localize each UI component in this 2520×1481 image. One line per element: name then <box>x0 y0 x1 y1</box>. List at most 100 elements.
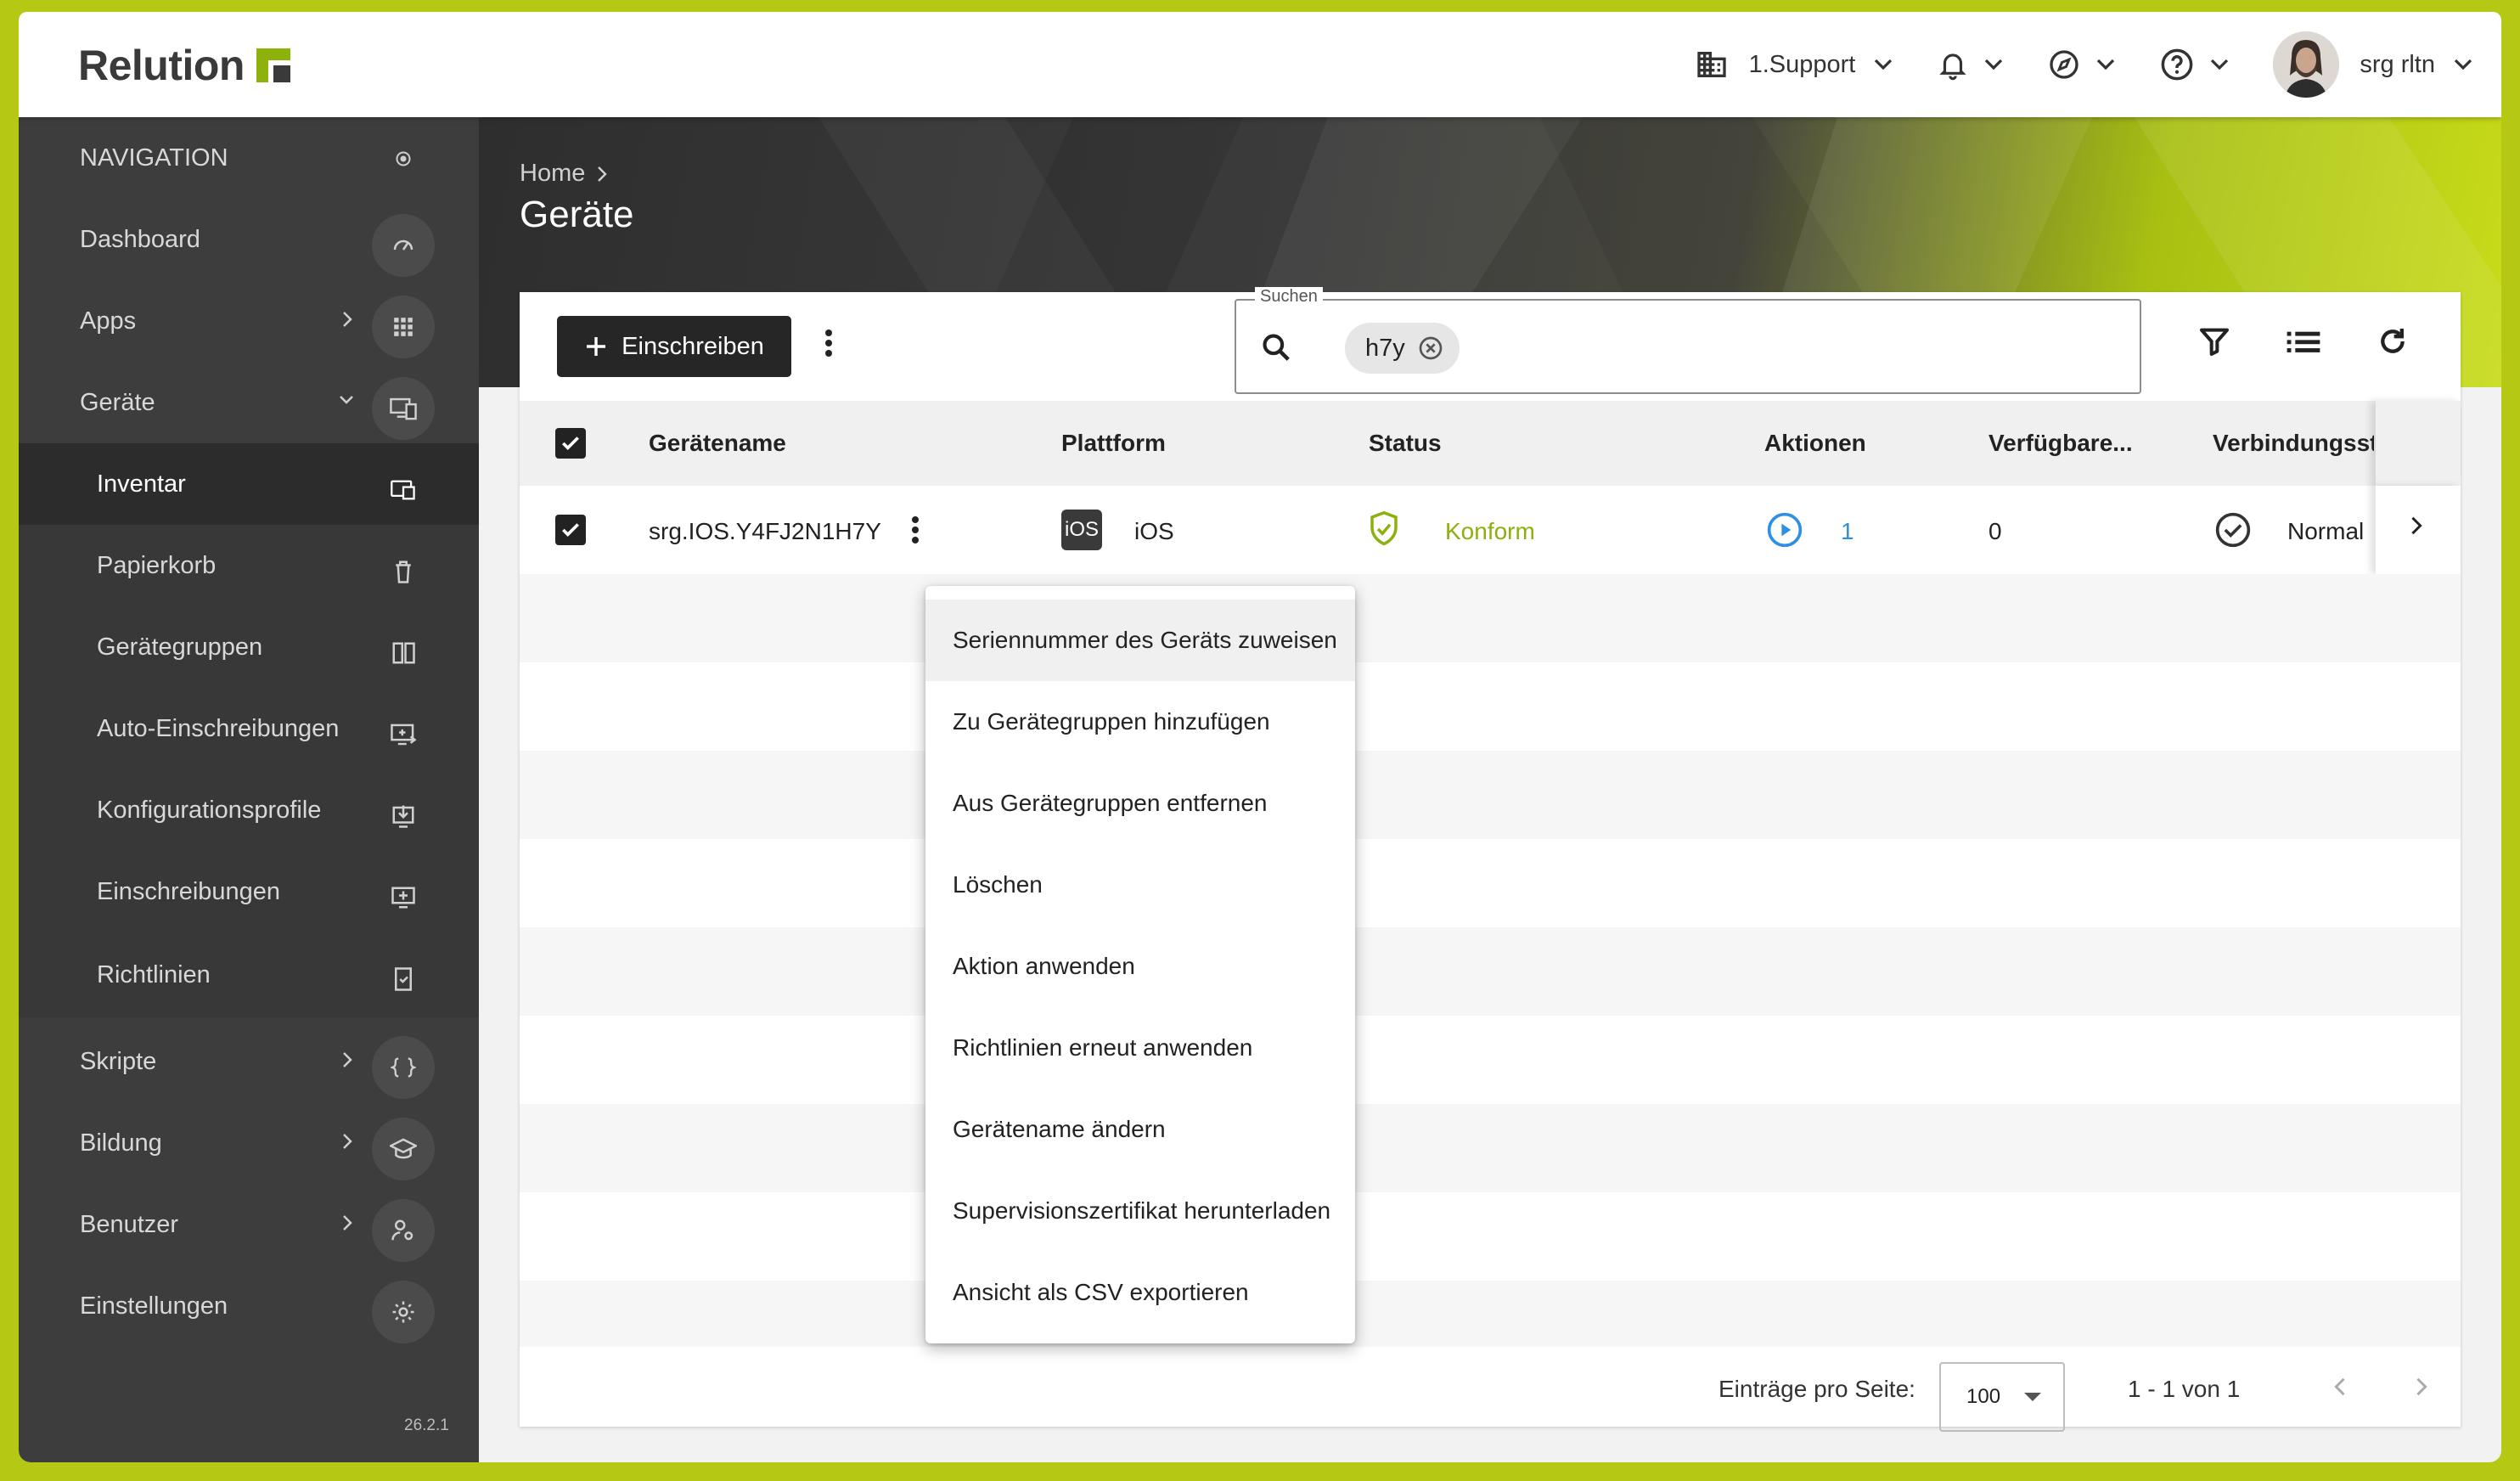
search-filter-chip[interactable]: h7y <box>1345 323 1460 374</box>
explore-menu[interactable] <box>2047 48 2115 82</box>
menu-item-reapply-policies[interactable]: Richtlinien erneut anwenden <box>925 1007 1355 1089</box>
check-circle-icon <box>2215 512 2251 548</box>
toolbar-more-button[interactable] <box>824 326 834 360</box>
sidebar-item-auto-einschreibungen[interactable]: Auto-Einschreibungen <box>19 688 479 769</box>
sidebar-item-benutzer[interactable]: Benutzer <box>19 1184 479 1265</box>
top-navigation: 1.Support srg rltn <box>1695 12 2501 117</box>
chevron-down-icon <box>1985 59 2003 70</box>
select-all-checkbox[interactable] <box>555 428 586 459</box>
platform-name: iOS <box>1134 518 1174 544</box>
user-menu[interactable]: srg rltn <box>2273 31 2472 98</box>
breadcrumb-home[interactable]: Home <box>520 160 585 188</box>
checkmark-icon <box>562 523 579 538</box>
chevron-right-icon <box>343 1215 352 1230</box>
sidebar-item-apps[interactable]: Apps <box>19 280 479 362</box>
sidebar-item-geraete[interactable]: Geräte <box>19 362 479 443</box>
menu-item-export-csv[interactable]: Ansicht als CSV exportieren <box>925 1252 1355 1333</box>
sidebar-item-label: Einschreibungen <box>97 877 281 905</box>
sidebar-section-title: NAVIGATION <box>80 144 228 172</box>
sidebar-item-geraetegruppen[interactable]: Gerätegruppen <box>19 606 479 688</box>
menu-item-delete[interactable]: Löschen <box>925 844 1355 926</box>
sidebar-item-einstellungen[interactable]: Einstellungen <box>19 1265 479 1347</box>
shield-check-icon <box>1370 511 1398 546</box>
chevron-down-icon <box>340 396 353 404</box>
menu-item-assign-serial[interactable]: Seriennummer des Geräts zuweisen <box>925 600 1355 681</box>
chevron-right-icon <box>343 1134 352 1149</box>
organization-switcher[interactable]: 1.Support <box>1695 48 1893 82</box>
help-menu[interactable] <box>2159 47 2229 82</box>
previous-page-icon[interactable] <box>2333 1376 2347 1398</box>
menu-item-add-to-groups[interactable]: Zu Gerätegruppen hinzufügen <box>925 681 1355 763</box>
actions-count[interactable]: 1 <box>1841 518 1854 545</box>
search-icon <box>1263 334 1290 361</box>
pin-icon[interactable] <box>396 151 411 166</box>
menu-item-remove-from-groups[interactable]: Aus Gerätegruppen entfernen <box>925 763 1355 844</box>
relution-logo[interactable]: Relution <box>78 41 290 90</box>
remove-chip-icon[interactable] <box>1417 335 1444 362</box>
compass-icon <box>2050 50 2079 79</box>
column-header-status[interactable]: Status <box>1369 430 1442 457</box>
sidebar: NAVIGATION Dashboard Apps Geräte Inventa… <box>19 117 479 1462</box>
device-name[interactable]: srg.IOS.Y4FJ2N1H7Y <box>649 518 881 545</box>
chevron-right-icon[interactable] <box>2410 515 2423 537</box>
grid-icon <box>372 296 435 358</box>
sidebar-item-dashboard[interactable]: Dashboard <box>19 199 479 280</box>
notifications-menu[interactable] <box>1937 48 2003 82</box>
menu-item-rename-device[interactable]: Gerätename ändern <box>925 1089 1355 1170</box>
auto-enroll-icon <box>372 703 435 766</box>
connection-state: Normal <box>2287 518 2365 544</box>
sidebar-item-label: Gerätegruppen <box>97 633 263 661</box>
devices-icon <box>372 377 435 440</box>
filter-icon[interactable] <box>2197 324 2231 358</box>
enroll-icon <box>372 866 435 929</box>
more-vertical-icon <box>912 516 919 543</box>
column-header-actions[interactable]: Aktionen <box>1764 430 1866 457</box>
chevron-down-icon <box>2097 59 2115 70</box>
sidebar-item-papierkorb[interactable]: Papierkorb <box>19 525 479 606</box>
chevron-right-icon <box>343 1052 352 1067</box>
row-context-menu: Seriennummer des Geräts zuweisen Zu Gerä… <box>925 586 1355 1343</box>
sidebar-item-bildung[interactable]: Bildung <box>19 1102 479 1184</box>
column-header-available[interactable]: Verfügbare... <box>1988 430 2133 457</box>
checkmark-icon <box>562 436 579 451</box>
help-icon <box>2161 48 2193 81</box>
column-header-connection[interactable]: Verbindungsst <box>2213 430 2374 457</box>
table-pagination: Einträge pro Seite: 100 1 - 1 von 1 <box>520 1347 2461 1432</box>
profile-download-icon <box>372 785 435 847</box>
app-version: 26.2.1 <box>404 1416 449 1434</box>
graduation-cap-icon <box>372 1118 435 1180</box>
sidebar-item-konfigurationsprofile[interactable]: Konfigurationsprofile <box>19 769 479 851</box>
status-badge: Konform <box>1445 518 1535 544</box>
column-header-platform[interactable]: Plattform <box>1061 430 1166 457</box>
sidebar-item-einschreibungen[interactable]: Einschreibungen <box>19 851 479 932</box>
sidebar-item-label: Skripte <box>80 1047 157 1075</box>
app-window: Relution 1.Support srg rltn NAVIGATION D… <box>19 12 2501 1462</box>
sidebar-item-richtlinien[interactable]: Richtlinien <box>19 932 479 1017</box>
sidebar-item-label: Richtlinien <box>97 960 211 988</box>
sidebar-item-inventar[interactable]: Inventar <box>19 443 479 525</box>
caret-down-icon <box>2024 1393 2041 1401</box>
sidebar-item-skripte[interactable]: Skripte <box>19 1021 479 1102</box>
row-more-button[interactable] <box>910 513 920 547</box>
chevron-down-icon <box>2211 59 2229 70</box>
play-circle-icon[interactable] <box>1766 511 1803 549</box>
column-header-devicename[interactable]: Gerätename <box>649 430 786 457</box>
refresh-icon[interactable] <box>2376 324 2410 358</box>
menu-item-apply-action[interactable]: Aktion anwenden <box>925 926 1355 1007</box>
enroll-button[interactable]: Einschreiben <box>557 316 791 377</box>
building-icon <box>1696 52 1726 77</box>
devices-card: Einschreiben Suchen h7y Gerätename Platt… <box>520 287 2461 1432</box>
sidebar-item-label: Dashboard <box>80 225 200 253</box>
menu-item-download-supervision-cert[interactable]: Supervisionszertifikat herunterladen <box>925 1170 1355 1252</box>
next-page-icon[interactable] <box>2415 1376 2428 1398</box>
per-page-value: 100 <box>1966 1385 2001 1408</box>
search-field[interactable]: Suchen h7y <box>1235 287 2141 394</box>
column-list-icon[interactable] <box>2286 324 2321 358</box>
sidebar-item-label: Benutzer <box>80 1210 179 1238</box>
table-row[interactable]: srg.IOS.Y4FJ2N1H7Y iOS iOS Konform 1 0 N… <box>520 486 2461 574</box>
row-checkbox[interactable] <box>555 515 586 545</box>
row-expand-cell[interactable] <box>2376 486 2461 574</box>
breadcrumb[interactable]: Home <box>520 160 608 188</box>
per-page-select[interactable]: 100 <box>1939 1362 2065 1432</box>
chevron-right-icon <box>343 312 352 327</box>
